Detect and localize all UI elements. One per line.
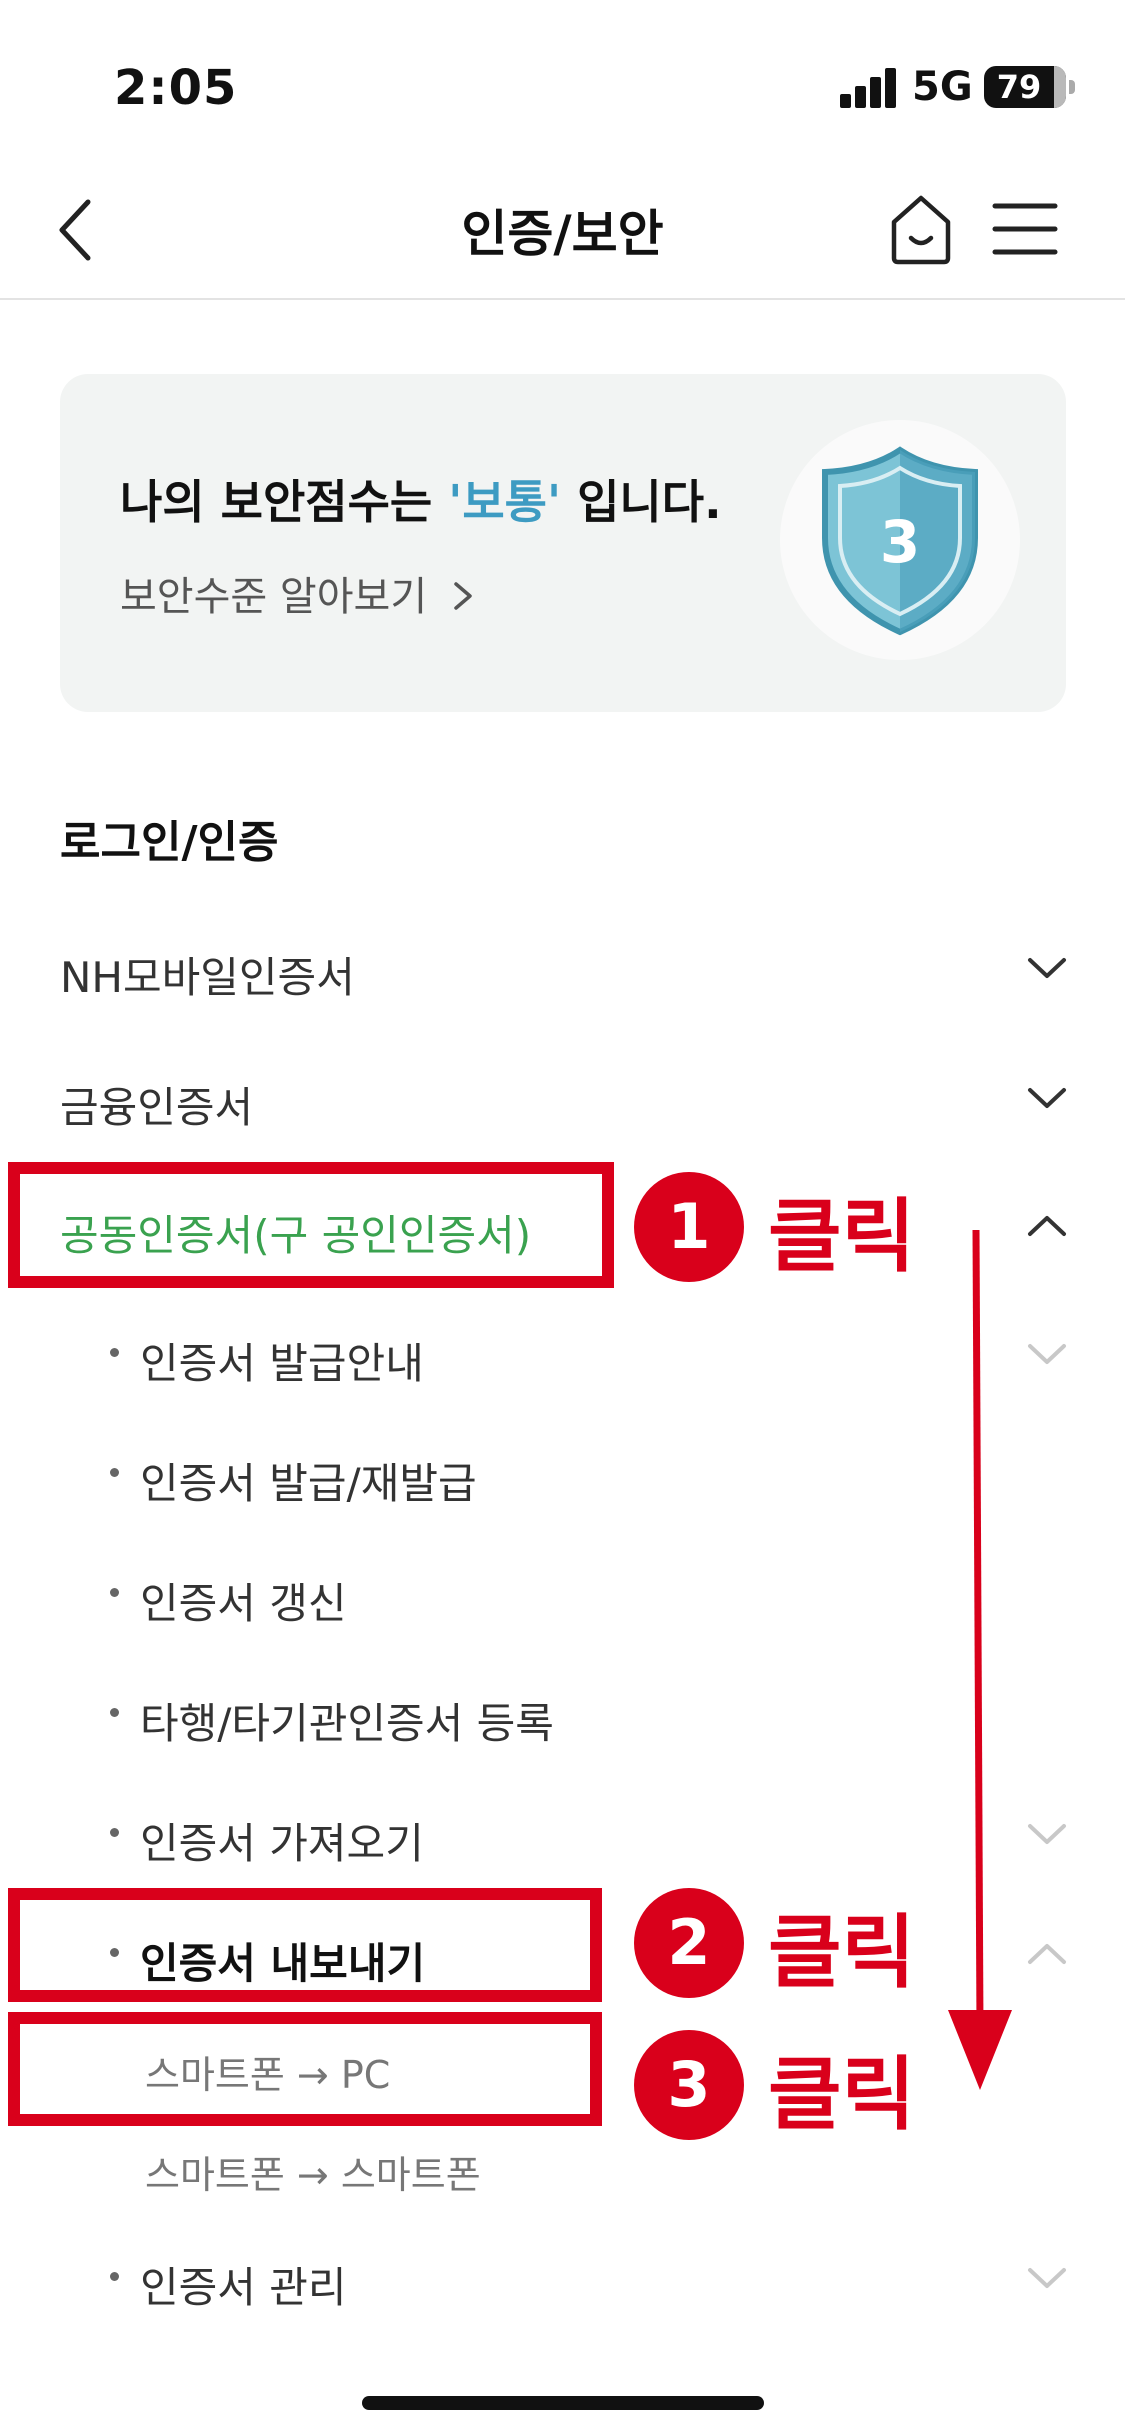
annotation-box-step2 bbox=[8, 1888, 602, 2002]
security-badge-value: 3 bbox=[880, 508, 920, 576]
battery-level: 79 bbox=[996, 68, 1042, 106]
bullet-icon bbox=[110, 1588, 119, 1597]
security-level: '보통' bbox=[448, 475, 562, 529]
menu-button[interactable] bbox=[985, 196, 1065, 262]
network-type: 5G bbox=[912, 64, 973, 110]
home-icon bbox=[891, 195, 951, 265]
home-indicator[interactable] bbox=[362, 2396, 764, 2410]
shield-icon: 3 bbox=[822, 446, 978, 636]
annotation-step3-badge: 3 bbox=[634, 2030, 744, 2140]
submenu-item-label: 인증서 갱신 bbox=[140, 1579, 347, 1628]
bullet-icon bbox=[110, 1348, 119, 1357]
submenu-option-export-phone[interactable]: 스마트폰 → 스마트폰 bbox=[0, 2122, 1125, 2212]
submenu-item-label: 인증서 가져오기 bbox=[140, 1819, 424, 1868]
menu-icon bbox=[992, 203, 1058, 255]
submenu-item-label: 인증서 발급안내 bbox=[140, 1339, 424, 1388]
bullet-icon bbox=[110, 2272, 119, 2281]
menu-item-label: 금융인증서 bbox=[60, 1083, 254, 1132]
chevron-down-icon bbox=[1028, 1344, 1066, 1364]
submenu-option-label: 스마트폰 → 스마트폰 bbox=[145, 2153, 481, 2197]
annotation-step2-click: 클릭 bbox=[768, 1906, 916, 1999]
security-score-card[interactable]: 나의 보안점수는 '보통' 입니다. 보안수준 알아보기 3 bbox=[60, 374, 1066, 712]
annotation-step2-badge: 2 bbox=[634, 1888, 744, 1998]
security-level-link[interactable]: 보안수준 알아보기 bbox=[120, 564, 478, 622]
chevron-up-icon bbox=[1028, 1944, 1066, 1964]
menu-item-financial[interactable]: 금융인증서 bbox=[0, 1052, 1125, 1142]
section-title: 로그인/인증 bbox=[60, 817, 279, 868]
bullet-icon bbox=[110, 1708, 119, 1717]
chevron-down-icon bbox=[1028, 1088, 1066, 1108]
menu-item-nh-mobile[interactable]: NH모바일인증서 bbox=[0, 922, 1125, 1012]
app-header: 인증/보안 bbox=[0, 160, 1125, 300]
annotation-step1-click: 클릭 bbox=[768, 1190, 916, 1283]
bullet-icon bbox=[110, 1828, 119, 1837]
chevron-down-icon bbox=[1028, 958, 1066, 978]
submenu-item-manage[interactable]: 인증서 관리 bbox=[0, 2232, 1125, 2322]
annotation-box-step3 bbox=[8, 2012, 602, 2126]
annotation-box-step1 bbox=[8, 1162, 614, 1288]
submenu-item-label: 타행/타기관인증서 등록 bbox=[140, 1699, 554, 1748]
cellular-signal-icon bbox=[840, 68, 898, 108]
status-time: 2:05 bbox=[114, 60, 238, 116]
bullet-icon bbox=[110, 1468, 119, 1477]
annotation-step3-click: 클릭 bbox=[768, 2048, 916, 2141]
chevron-up-icon bbox=[1028, 1216, 1066, 1236]
battery-icon: 79 bbox=[984, 66, 1075, 108]
menu-item-label: NH모바일인증서 bbox=[60, 953, 355, 1002]
home-button[interactable] bbox=[880, 188, 962, 270]
security-badge: 3 bbox=[780, 420, 1020, 660]
chevron-down-icon bbox=[1028, 2268, 1066, 2288]
submenu-item-label: 인증서 관리 bbox=[140, 2263, 347, 2312]
annotation-step1-badge: 1 bbox=[634, 1172, 744, 1282]
submenu-item-label: 인증서 발급/재발급 bbox=[140, 1459, 477, 1508]
chevron-right-icon bbox=[454, 582, 472, 610]
down-arrow-icon bbox=[948, 1230, 1012, 2090]
security-score-text: 나의 보안점수는 '보통' 입니다. bbox=[120, 475, 722, 529]
chevron-down-icon bbox=[1028, 1824, 1066, 1844]
